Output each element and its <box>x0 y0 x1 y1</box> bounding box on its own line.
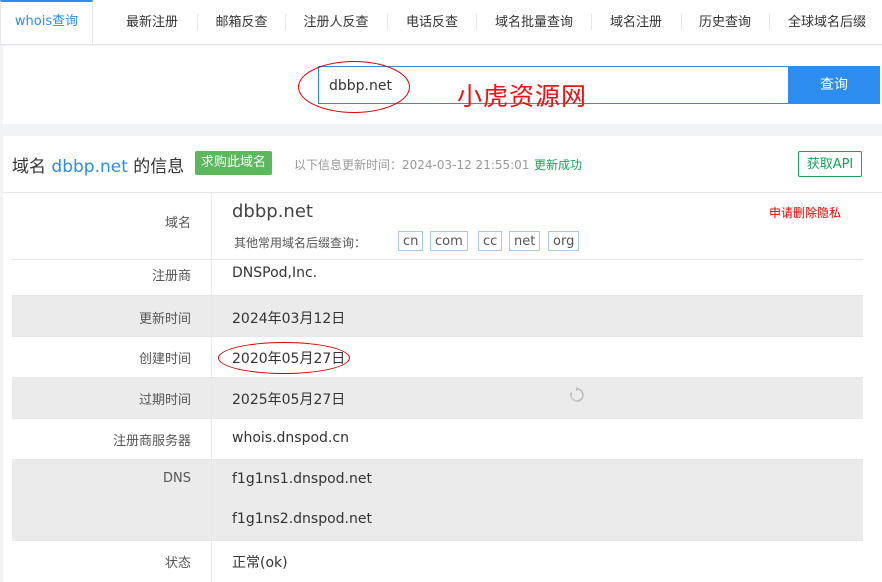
annotation-circle-search <box>298 61 410 113</box>
row-label-cell: 创建时间 <box>12 337 212 377</box>
row-label: 域名 <box>164 216 191 231</box>
expires-value: 2025年05月27日 <box>232 392 346 408</box>
table-row: 注册商服务器 whois.dnspod.cn <box>12 419 863 460</box>
row-label-cell: 更新时间 <box>12 296 212 336</box>
info-header: 域名 dbbp.net 的信息 求购此域名 以下信息更新时间：2024-03-1… <box>3 136 882 193</box>
annotation-circle-created-date <box>218 342 350 374</box>
title-domain: dbbp.net <box>51 157 128 177</box>
tab-divider <box>681 14 682 30</box>
updated-value: 2024年03月12日 <box>232 311 346 327</box>
tab-phone-reverse[interactable]: 电话反查 <box>390 0 474 44</box>
row-label: 过期时间 <box>138 393 191 408</box>
row-label-cell: DNS <box>12 460 212 540</box>
row-label-cell: 状态 <box>12 541 212 582</box>
tab-registrant-reverse[interactable]: 注册人反查 <box>288 0 384 44</box>
search-panel: dbbp.net 查询 <box>3 46 882 124</box>
tab-domain-registration[interactable]: 域名注册 <box>594 0 678 44</box>
row-label: 创建时间 <box>138 352 191 367</box>
title-suffix: 的信息 <box>133 157 185 177</box>
tab-history[interactable]: 历史查询 <box>684 0 766 44</box>
domain-value: dbbp.net <box>232 201 313 222</box>
watermark-text: 小虎资源网 <box>457 82 588 111</box>
row-label-cell: 过期时间 <box>12 378 212 418</box>
refresh-icon[interactable] <box>569 387 585 403</box>
whois-server-value: whois.dnspod.cn <box>232 430 349 446</box>
tab-whois[interactable]: whois查询 <box>0 0 93 44</box>
status-value: 正常(ok) <box>232 555 288 571</box>
nav-tabs: whois查询 最新注册 邮箱反查 注册人反查 电话反查 域名批量查询 域名注册… <box>0 0 882 45</box>
table-row: 更新时间 2024年03月12日 <box>12 296 863 337</box>
row-label: 更新时间 <box>138 312 191 327</box>
row-label: 状态 <box>164 556 191 571</box>
row-label: 注册商 <box>151 269 191 284</box>
suffix-link-net[interactable]: net <box>509 231 541 251</box>
suffix-label: 其他常用域名后缀查询： <box>234 236 367 250</box>
table-row: 创建时间 2020年05月27日 <box>12 337 863 378</box>
row-label-cell: 注册商服务器 <box>12 419 212 459</box>
get-api-button[interactable]: 获取API <box>798 151 862 177</box>
title-prefix: 域名 <box>12 157 46 177</box>
suffix-link-cc[interactable]: cc <box>478 231 503 251</box>
buy-domain-button[interactable]: 求购此域名 <box>195 151 273 175</box>
search-button[interactable]: 查询 <box>788 66 880 104</box>
row-label: 注册商服务器 <box>112 434 191 449</box>
row-label: DNS <box>163 471 191 486</box>
row-label-cell: 域名 <box>12 192 212 259</box>
domain-info-panel: 域名 dbbp.net 的信息 求购此域名 以下信息更新时间：2024-03-1… <box>3 136 882 582</box>
update-time: 以下信息更新时间：2024-03-12 21:55:01 <box>294 158 530 172</box>
registrar-value: DNSPod,Inc. <box>232 265 318 281</box>
update-status: 更新成功 <box>534 158 583 172</box>
tab-divider <box>591 14 592 30</box>
tab-divider <box>197 14 198 30</box>
tab-global-suffix[interactable]: 全球域名后缀 <box>772 0 882 44</box>
tab-latest-registration[interactable]: 最新注册 <box>110 0 194 44</box>
page-title: 域名 dbbp.net 的信息 <box>12 152 184 177</box>
suffix-link-cn[interactable]: cn <box>398 231 424 251</box>
table-row: 注册商 DNSPod,Inc. <box>12 260 863 296</box>
suffix-link-com[interactable]: com <box>430 231 468 251</box>
tab-batch-query[interactable]: 域名批量查询 <box>479 0 589 44</box>
table-row: 状态 正常(ok) <box>12 541 863 582</box>
table-row: 过期时间 2025年05月27日 <box>12 378 863 419</box>
suffix-link-org[interactable]: org <box>548 231 580 251</box>
table-row: 域名 dbbp.net 申请删除隐私 其他常用域名后缀查询： cn com cc… <box>12 192 863 260</box>
tab-divider <box>387 14 388 30</box>
row-label-cell: 注册商 <box>12 260 212 295</box>
tab-divider <box>769 14 770 30</box>
table-row: DNS f1g1ns1.dnspod.net f1g1ns2.dnspod.ne… <box>12 460 863 541</box>
remove-privacy-link[interactable]: 申请删除隐私 <box>769 204 841 221</box>
dns-value-1: f1g1ns1.dnspod.net <box>232 471 372 487</box>
tab-divider <box>285 14 286 30</box>
tab-divider <box>476 14 477 30</box>
tab-email-reverse[interactable]: 邮箱反查 <box>200 0 283 44</box>
dns-value-2: f1g1ns2.dnspod.net <box>232 511 372 527</box>
